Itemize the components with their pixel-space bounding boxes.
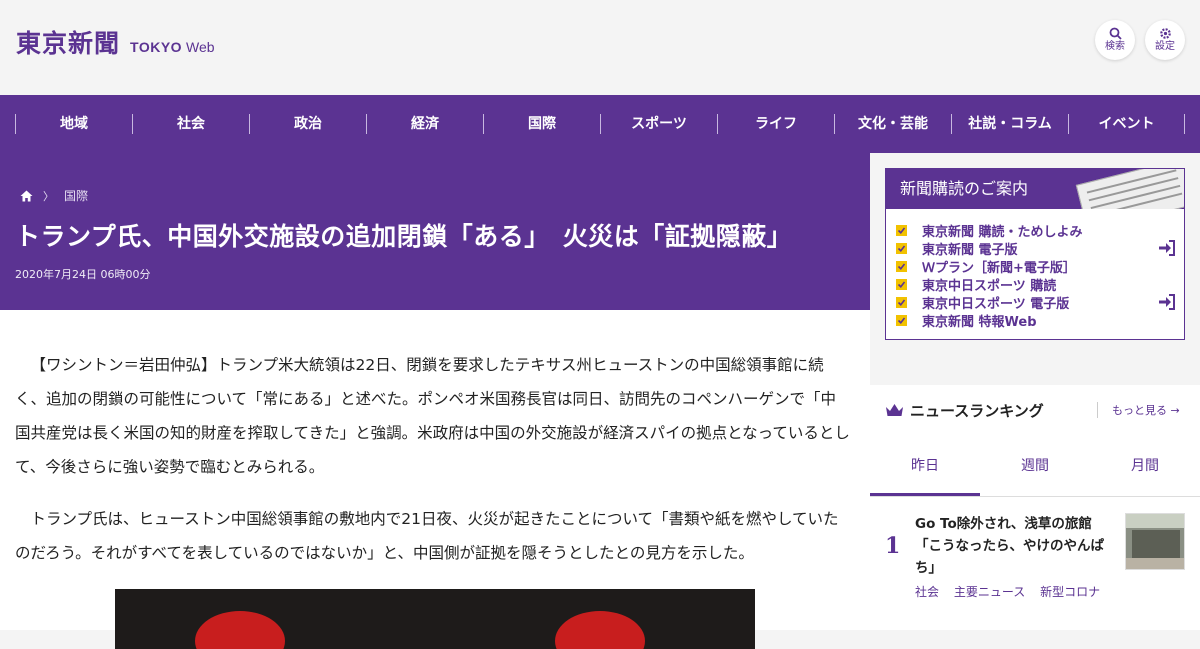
tab-yesterday[interactable]: 昨日 — [870, 435, 980, 496]
settings-button[interactable]: 設定 — [1145, 20, 1185, 60]
article-title: トランプ氏、中国外交施設の追加閉鎖「ある」 火災は「証拠隠蔽」 — [15, 222, 793, 251]
nav-item-life[interactable]: ライフ — [717, 114, 834, 134]
breadcrumb-separator-icon: 〉 — [43, 189, 54, 203]
ranking-item[interactable]: 1 Go To除外され、浅草の旅館「こうなったら、やけのやんぱち」 社会 主要ニ… — [870, 497, 1200, 607]
lantern-shape — [555, 611, 645, 649]
check-icon — [896, 260, 907, 272]
home-icon[interactable] — [20, 190, 33, 202]
ranking-tabs: 昨日 週間 月間 — [870, 435, 1200, 497]
login-icon[interactable] — [1158, 294, 1176, 310]
breadcrumb-section[interactable]: 国際 — [64, 187, 88, 204]
gear-icon — [1159, 28, 1171, 39]
site-header: 東京新聞 TOKYO Web 検索 設定 — [0, 0, 1200, 95]
more-link[interactable]: もっと見る → — [1097, 402, 1180, 418]
tab-monthly[interactable]: 月間 — [1090, 435, 1200, 496]
sidebar: 新聞購読のご案内 東京新聞 購読・ためしよみ 東京新聞 電子版 Ｗプラン［新聞+… — [870, 153, 1200, 630]
crown-icon — [886, 403, 903, 416]
tag-link[interactable]: 社会 — [915, 585, 939, 599]
nav-item-region[interactable]: 地域 — [15, 114, 132, 134]
arrow-right-icon: → — [1170, 404, 1180, 417]
article-paragraph: 【ワシントン＝岩田仲弘】トランプ米大統領は22日、閉鎖を要求したテキサス州ヒュー… — [15, 356, 850, 476]
more-link-label: もっと見る — [1112, 404, 1167, 417]
settings-label: 設定 — [1155, 41, 1175, 52]
subscription-link[interactable]: Ｗプラン［新聞+電子版］ — [896, 257, 1184, 276]
search-button[interactable]: 検索 — [1095, 20, 1135, 60]
article-header: 〉 国際 トランプ氏、中国外交施設の追加閉鎖「ある」 火災は「証拠隠蔽」 202… — [0, 153, 870, 310]
tag-link[interactable]: 新型コロナ — [1040, 585, 1100, 599]
subscription-link[interactable]: 東京新聞 購読・ためしよみ — [896, 221, 1184, 240]
ranking-tags: 社会 主要ニュース 新型コロナ — [915, 583, 1111, 600]
subscription-link-label: 東京中日スポーツ 購読 — [922, 278, 1057, 294]
subscription-heading-text: 新聞購読のご案内 — [900, 179, 1029, 198]
main-nav: 地域 社会 政治 経済 国際 スポーツ ライフ 文化・芸能 社説・コラム イベン… — [0, 95, 1200, 153]
nav-item-events[interactable]: イベント — [1068, 114, 1185, 134]
search-icon — [1109, 27, 1122, 40]
subscription-link[interactable]: 東京新聞 電子版 — [896, 239, 1184, 258]
subscription-link-label: 東京中日スポーツ 電子版 — [922, 296, 1070, 312]
subscription-link[interactable]: 東京中日スポーツ 電子版 — [896, 293, 1184, 312]
nav-item-editorial[interactable]: 社説・コラム — [951, 114, 1068, 134]
article-body: 【ワシントン＝岩田仲弘】トランプ米大統領は22日、閉鎖を要求したテキサス州ヒュー… — [0, 310, 870, 649]
nav-item-society[interactable]: 社会 — [132, 114, 249, 134]
logo-tokyo: TOKYO — [130, 39, 183, 55]
article-date: 2020年7月24日 06時00分 — [15, 268, 151, 281]
check-icon — [896, 278, 907, 290]
site-logo[interactable]: 東京新聞 TOKYO Web — [16, 24, 215, 60]
check-icon — [896, 314, 907, 326]
ranking-item-title[interactable]: Go To除外され、浅草の旅館「こうなったら、やけのやんぱち」 — [915, 513, 1115, 579]
newspaper-image — [1075, 169, 1184, 209]
nav-item-economy[interactable]: 経済 — [366, 114, 483, 134]
tag-link[interactable]: 主要ニュース — [954, 585, 1025, 599]
article-photo — [115, 589, 755, 649]
rank-number: 1 — [885, 533, 901, 559]
ranking-thumbnail[interactable] — [1125, 513, 1185, 570]
news-ranking: ニュースランキング もっと見る → 昨日 週間 月間 1 Go To除外され、浅… — [870, 385, 1200, 630]
subscription-list: 東京新聞 購読・ためしよみ 東京新聞 電子版 Ｗプラン［新聞+電子版］ 東京中日… — [886, 209, 1184, 330]
subscription-box: 新聞購読のご案内 東京新聞 購読・ためしよみ 東京新聞 電子版 Ｗプラン［新聞+… — [885, 168, 1185, 340]
check-icon — [896, 296, 907, 308]
tab-weekly[interactable]: 週間 — [980, 435, 1090, 496]
ranking-header: ニュースランキング もっと見る → — [870, 385, 1200, 435]
check-icon — [896, 242, 907, 254]
subscription-link[interactable]: 東京新聞 特報Web — [896, 311, 1184, 330]
ranking-title: ニュースランキング — [910, 401, 1044, 420]
logo-jp: 東京新聞 — [16, 29, 121, 58]
search-label: 検索 — [1105, 41, 1125, 52]
subscription-link-label: 東京新聞 特報Web — [922, 314, 1037, 330]
subscription-link-label: 東京新聞 購読・ためしよみ — [922, 224, 1083, 240]
lantern-shape — [195, 611, 285, 649]
nav-item-culture[interactable]: 文化・芸能 — [834, 114, 951, 134]
subscription-link[interactable]: 東京中日スポーツ 購読 — [896, 275, 1184, 294]
nav-item-international[interactable]: 国際 — [483, 114, 600, 134]
breadcrumb: 〉 国際 — [20, 187, 88, 204]
subscription-link-label: Ｗプラン［新聞+電子版］ — [922, 260, 1076, 276]
subscription-heading: 新聞購読のご案内 — [886, 169, 1184, 209]
subscription-link-label: 東京新聞 電子版 — [922, 242, 1018, 258]
nav-item-sports[interactable]: スポーツ — [600, 114, 717, 134]
check-icon — [896, 224, 907, 236]
login-icon[interactable] — [1158, 240, 1176, 256]
logo-web: Web — [186, 39, 215, 55]
nav-item-politics[interactable]: 政治 — [249, 114, 366, 134]
article-paragraph: トランプ氏は、ヒューストン中国総領事館の敷地内で21日夜、火災が起きたことについ… — [15, 510, 839, 562]
